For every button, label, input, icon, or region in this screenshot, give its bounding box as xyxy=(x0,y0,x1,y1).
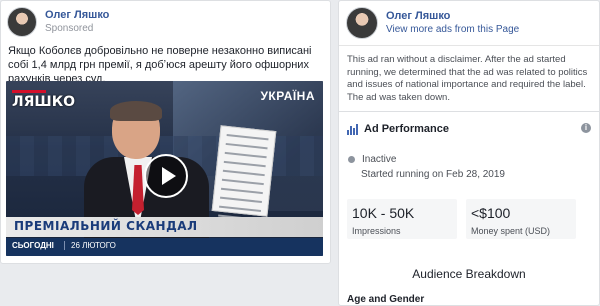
metric-money-spent: <$100 Money spent (USD) xyxy=(466,199,576,239)
ticker-today: СЬОГОДНІ xyxy=(12,241,54,250)
metric-impressions: 10K - 50K Impressions xyxy=(347,199,457,239)
play-button-icon[interactable] xyxy=(144,154,188,198)
bar-chart-icon xyxy=(347,123,359,135)
video-player[interactable]: ЛЯШКО УКРАЇНА ПРЕМІАЛЬНИЙ СКАНДАЛ СЬОГОД… xyxy=(6,81,323,256)
page-avatar[interactable] xyxy=(346,7,378,39)
ad-details-panel: Олег Ляшко View more ads from this Page … xyxy=(338,0,600,306)
info-icon[interactable]: i xyxy=(581,123,591,133)
more-ads-link[interactable]: View more ads from this Page xyxy=(386,24,519,37)
video-logo-left-text: ЛЯШКО xyxy=(12,94,76,110)
age-gender-heading: Age and Gender xyxy=(347,294,425,305)
page-avatar[interactable] xyxy=(7,7,37,37)
page-name-link[interactable]: Олег Ляшко xyxy=(386,10,519,24)
metric-value: <$100 xyxy=(471,205,511,221)
divider xyxy=(339,45,599,46)
video-logo-left: ЛЯШКО xyxy=(12,90,75,110)
ticker-date: 26 ЛЮТОГО xyxy=(64,241,116,250)
sponsored-label[interactable]: Sponsored xyxy=(45,23,109,36)
start-date: Started running on Feb 28, 2019 xyxy=(361,169,505,180)
status-text: Inactive xyxy=(362,154,397,165)
metric-label: Money spent (USD) xyxy=(471,226,551,236)
audience-breakdown-title: Audience Breakdown xyxy=(412,267,526,281)
video-ticker: СЬОГОДНІ 26 ЛЮТОГО xyxy=(6,238,323,256)
post-text: Якщо Коболєв добровільно не поверне неза… xyxy=(8,45,312,85)
divider xyxy=(339,111,599,112)
status-dot-icon xyxy=(348,156,355,163)
video-headline: ПРЕМІАЛЬНИЙ СКАНДАЛ xyxy=(14,219,198,233)
ad-status: Inactive xyxy=(348,154,396,165)
document-in-video xyxy=(211,125,277,221)
ad-details-header: Олег Ляшко View more ads from this Page xyxy=(346,6,519,40)
channel-logo: УКРАЇНА xyxy=(260,89,315,103)
page-name-link[interactable]: Олег Ляшко xyxy=(45,9,109,23)
ad-post-card: Олег Ляшко Sponsored Якщо Коболєв добров… xyxy=(0,0,331,264)
metric-label: Impressions xyxy=(352,226,401,236)
ad-performance-header: Ad Performance i xyxy=(347,119,593,139)
video-headline-bar: ПРЕМІАЛЬНИЙ СКАНДАЛ xyxy=(6,217,323,237)
post-author-block: Олег Ляшко Sponsored xyxy=(45,9,109,35)
ad-performance-title: Ad Performance xyxy=(364,123,449,135)
disclaimer-text: This ad ran without a disclaimer. After … xyxy=(347,54,588,103)
metric-value: 10K - 50K xyxy=(352,205,415,221)
ad-page-info: Олег Ляшко View more ads from this Page xyxy=(386,10,519,36)
post-header: Олег Ляшко Sponsored xyxy=(7,6,109,38)
